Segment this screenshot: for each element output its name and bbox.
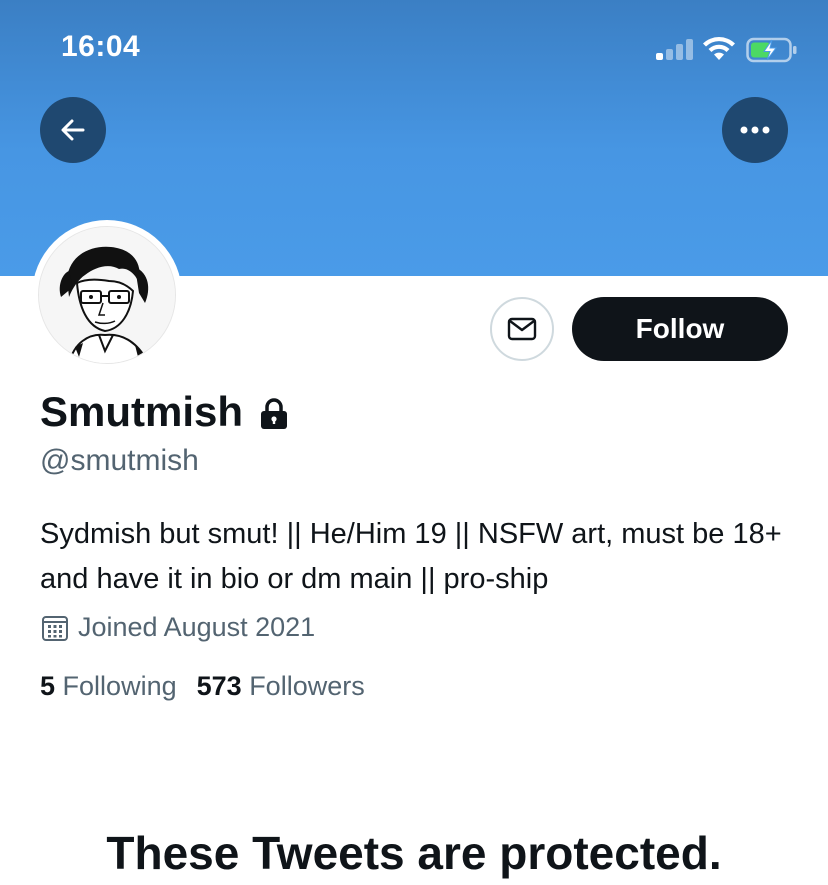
wifi-icon (703, 37, 735, 60)
profile-handle: @smutmish (40, 444, 199, 477)
follow-stats: 5 Following 573 Followers (40, 671, 385, 702)
follow-button[interactable]: Follow (572, 297, 788, 361)
followers-count: 573 (196, 671, 242, 701)
more-horizontal-icon (740, 126, 770, 134)
display-name-text: Smutmish (40, 388, 244, 435)
avatar-image (38, 226, 176, 364)
protected-tweets-heading: These Tweets are protected. (106, 827, 722, 879)
following-label: Following (62, 671, 177, 701)
back-button[interactable] (40, 97, 106, 163)
display-name: Smutmish (40, 388, 291, 436)
battery-charging-icon (746, 37, 797, 63)
cellular-signal-icon (656, 38, 696, 60)
joined-date: Joined August 2021 (40, 612, 315, 643)
following-count: 5 (40, 671, 56, 701)
followers-link[interactable]: 573 Followers (197, 671, 365, 702)
following-link[interactable]: 5 Following (40, 671, 177, 702)
arrow-left-icon (61, 119, 85, 141)
followers-label: Followers (249, 671, 365, 701)
calendar-icon (42, 615, 68, 641)
lock-icon (261, 398, 288, 429)
status-time: 16:04 (61, 30, 141, 63)
envelope-icon (507, 317, 537, 341)
more-options-button[interactable] (722, 97, 788, 163)
profile-avatar[interactable] (32, 220, 182, 370)
message-button[interactable] (490, 297, 554, 361)
joined-text: Joined August 2021 (78, 612, 316, 642)
profile-bio: Sydmish but smut! || He/Him 19 || NSFW a… (40, 518, 782, 595)
